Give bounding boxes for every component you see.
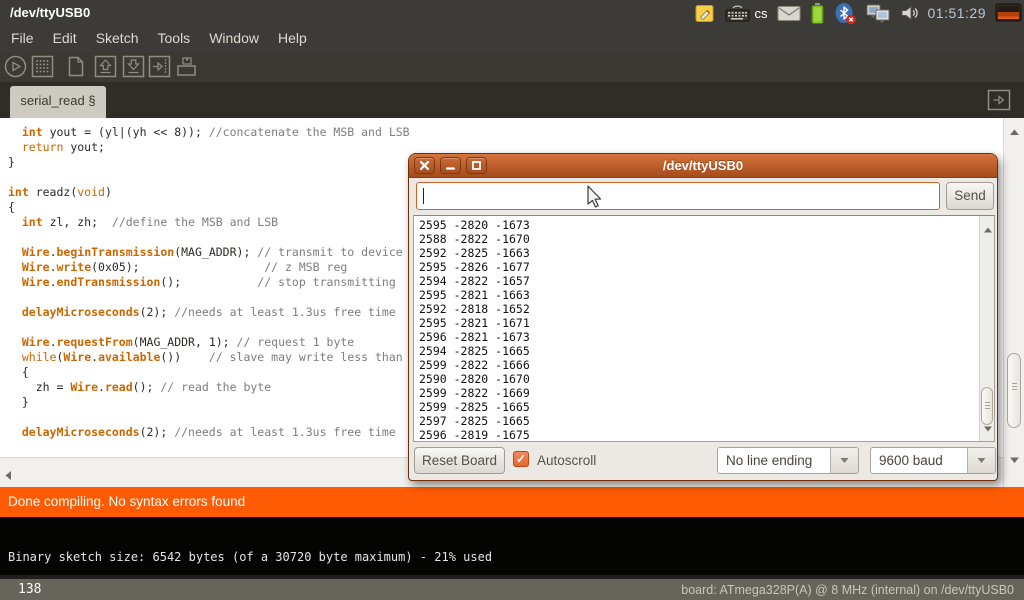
reset-board-button[interactable]: Reset Board <box>414 447 505 474</box>
scroll-left-icon[interactable] <box>5 467 12 485</box>
serial-scrollbar[interactable] <box>979 216 994 441</box>
clock[interactable]: 01:51:29 <box>928 5 987 21</box>
line-ending-value: No line ending <box>726 448 812 473</box>
mail-icon[interactable] <box>777 5 801 22</box>
verify-icon[interactable] <box>4 55 27 78</box>
upload-icon[interactable] <box>148 55 171 78</box>
session-icon[interactable] <box>995 3 1022 24</box>
baud-rate-value: 9600 baud <box>879 448 943 473</box>
serial-line: 2588 -2822 -1670 <box>419 232 994 246</box>
serial-output-area[interactable]: 2595 -2820 -16732588 -2822 -16702592 -28… <box>413 215 995 442</box>
code-line: int yout = (yl|(yh << 8)); //concatenate… <box>8 125 1003 140</box>
menu-item-edit[interactable]: Edit <box>50 28 80 48</box>
tab-serial-read[interactable]: serial_read § <box>10 86 106 118</box>
serial-line: 2596 -2821 -1673 <box>419 330 994 344</box>
volume-icon[interactable] <box>900 3 919 23</box>
serial-line: 2594 -2822 -1657 <box>419 274 994 288</box>
network-icon[interactable] <box>866 3 891 24</box>
system-tray: cs 01:51:29 <box>694 0 1023 26</box>
send-button[interactable]: Send <box>946 182 994 210</box>
line-number: 138 <box>18 582 41 597</box>
chevron-down-icon[interactable] <box>830 448 858 473</box>
serial-line: 2599 -2822 -1666 <box>419 358 994 372</box>
stop-icon[interactable] <box>31 55 54 78</box>
battery-icon[interactable] <box>810 2 825 25</box>
status-footer: 138 board: ATmega328P(A) @ 8 MHz (intern… <box>0 575 1024 600</box>
serial-line: 2590 -2820 -1670 <box>419 372 994 386</box>
compile-status-bar: Done compiling. No syntax errors found <box>0 487 1024 517</box>
keyboard-icon[interactable] <box>725 3 750 23</box>
autoscroll-label[interactable]: Autoscroll <box>537 447 596 474</box>
tab-bar: serial_read § <box>0 82 1024 118</box>
serial-output-lines: 2595 -2820 -16732588 -2822 -16702592 -28… <box>414 216 994 442</box>
serial-line: 2599 -2822 -1669 <box>419 386 994 400</box>
chevron-down-icon[interactable] <box>967 448 995 473</box>
serial-line: 2592 -2825 -1663 <box>419 246 994 260</box>
vertical-scrollbar[interactable] <box>1003 118 1024 487</box>
keyboard-layout-indicator[interactable]: cs <box>755 6 768 21</box>
bluetooth-icon[interactable] <box>834 2 857 25</box>
serial-line: 2594 -2825 -1665 <box>419 344 994 358</box>
open-icon[interactable] <box>94 55 117 78</box>
serial-line: 2597 -2825 -1665 <box>419 414 994 428</box>
scroll-down-icon[interactable] <box>1010 451 1019 469</box>
save-icon[interactable] <box>122 55 145 78</box>
serial-line: 2595 -2821 -1671 <box>419 316 994 330</box>
scrollbar-thumb[interactable] <box>1007 353 1021 428</box>
console-line: Binary sketch size: 6542 bytes (of a 307… <box>8 550 492 564</box>
board-info: board: ATmega328P(A) @ 8 MHz (internal) … <box>681 583 1014 597</box>
serial-monitor-icon[interactable] <box>175 55 198 78</box>
dialog-title: /dev/ttyUSB0 <box>409 154 997 178</box>
serial-input[interactable] <box>416 182 940 210</box>
scrollbar-thumb[interactable] <box>981 387 993 425</box>
text-caret <box>423 188 424 204</box>
note-icon[interactable] <box>694 2 716 25</box>
menu-item-file[interactable]: File <box>8 28 37 48</box>
top-panel: /dev/ttyUSB0 cs 01:51:29 <box>0 0 1024 26</box>
serial-line: 2592 -2818 -1652 <box>419 302 994 316</box>
desktop: /dev/ttyUSB0 cs 01:51:29 File Edit Sketch T… <box>0 0 1024 600</box>
scroll-up-icon[interactable] <box>984 220 992 238</box>
menu-bar: File Edit Sketch Tools Window Help <box>0 26 1024 50</box>
scroll-up-icon[interactable] <box>1010 123 1019 141</box>
menu-item-help[interactable]: Help <box>275 28 310 48</box>
toolbar <box>0 52 1024 82</box>
mouse-cursor-icon <box>582 184 602 215</box>
new-sketch-icon[interactable] <box>64 55 87 78</box>
window-title: /dev/ttyUSB0 <box>10 0 90 26</box>
menu-item-sketch[interactable]: Sketch <box>93 28 142 48</box>
tab-menu-icon[interactable] <box>987 89 1011 111</box>
line-ending-select[interactable]: No line ending <box>717 447 859 474</box>
serial-line: 2595 -2826 -1677 <box>419 260 994 274</box>
serial-line: 2596 -2819 -1675 <box>419 428 994 442</box>
serial-line: 2599 -2825 -1665 <box>419 400 994 414</box>
baud-rate-select[interactable]: 9600 baud <box>870 447 996 474</box>
serial-line: 2595 -2820 -1673 <box>419 218 994 232</box>
dialog-titlebar[interactable]: /dev/ttyUSB0 <box>409 154 997 178</box>
serial-line: 2595 -2821 -1663 <box>419 288 994 302</box>
serial-monitor-window: /dev/ttyUSB0 Send 2595 -2820 -16732588 -… <box>408 153 998 481</box>
menu-item-window[interactable]: Window <box>206 28 262 48</box>
console-output: Binary sketch size: 6542 bytes (of a 307… <box>0 517 1024 575</box>
menu-item-tools[interactable]: Tools <box>155 28 194 48</box>
autoscroll-checkbox[interactable]: ✓ <box>513 451 529 467</box>
